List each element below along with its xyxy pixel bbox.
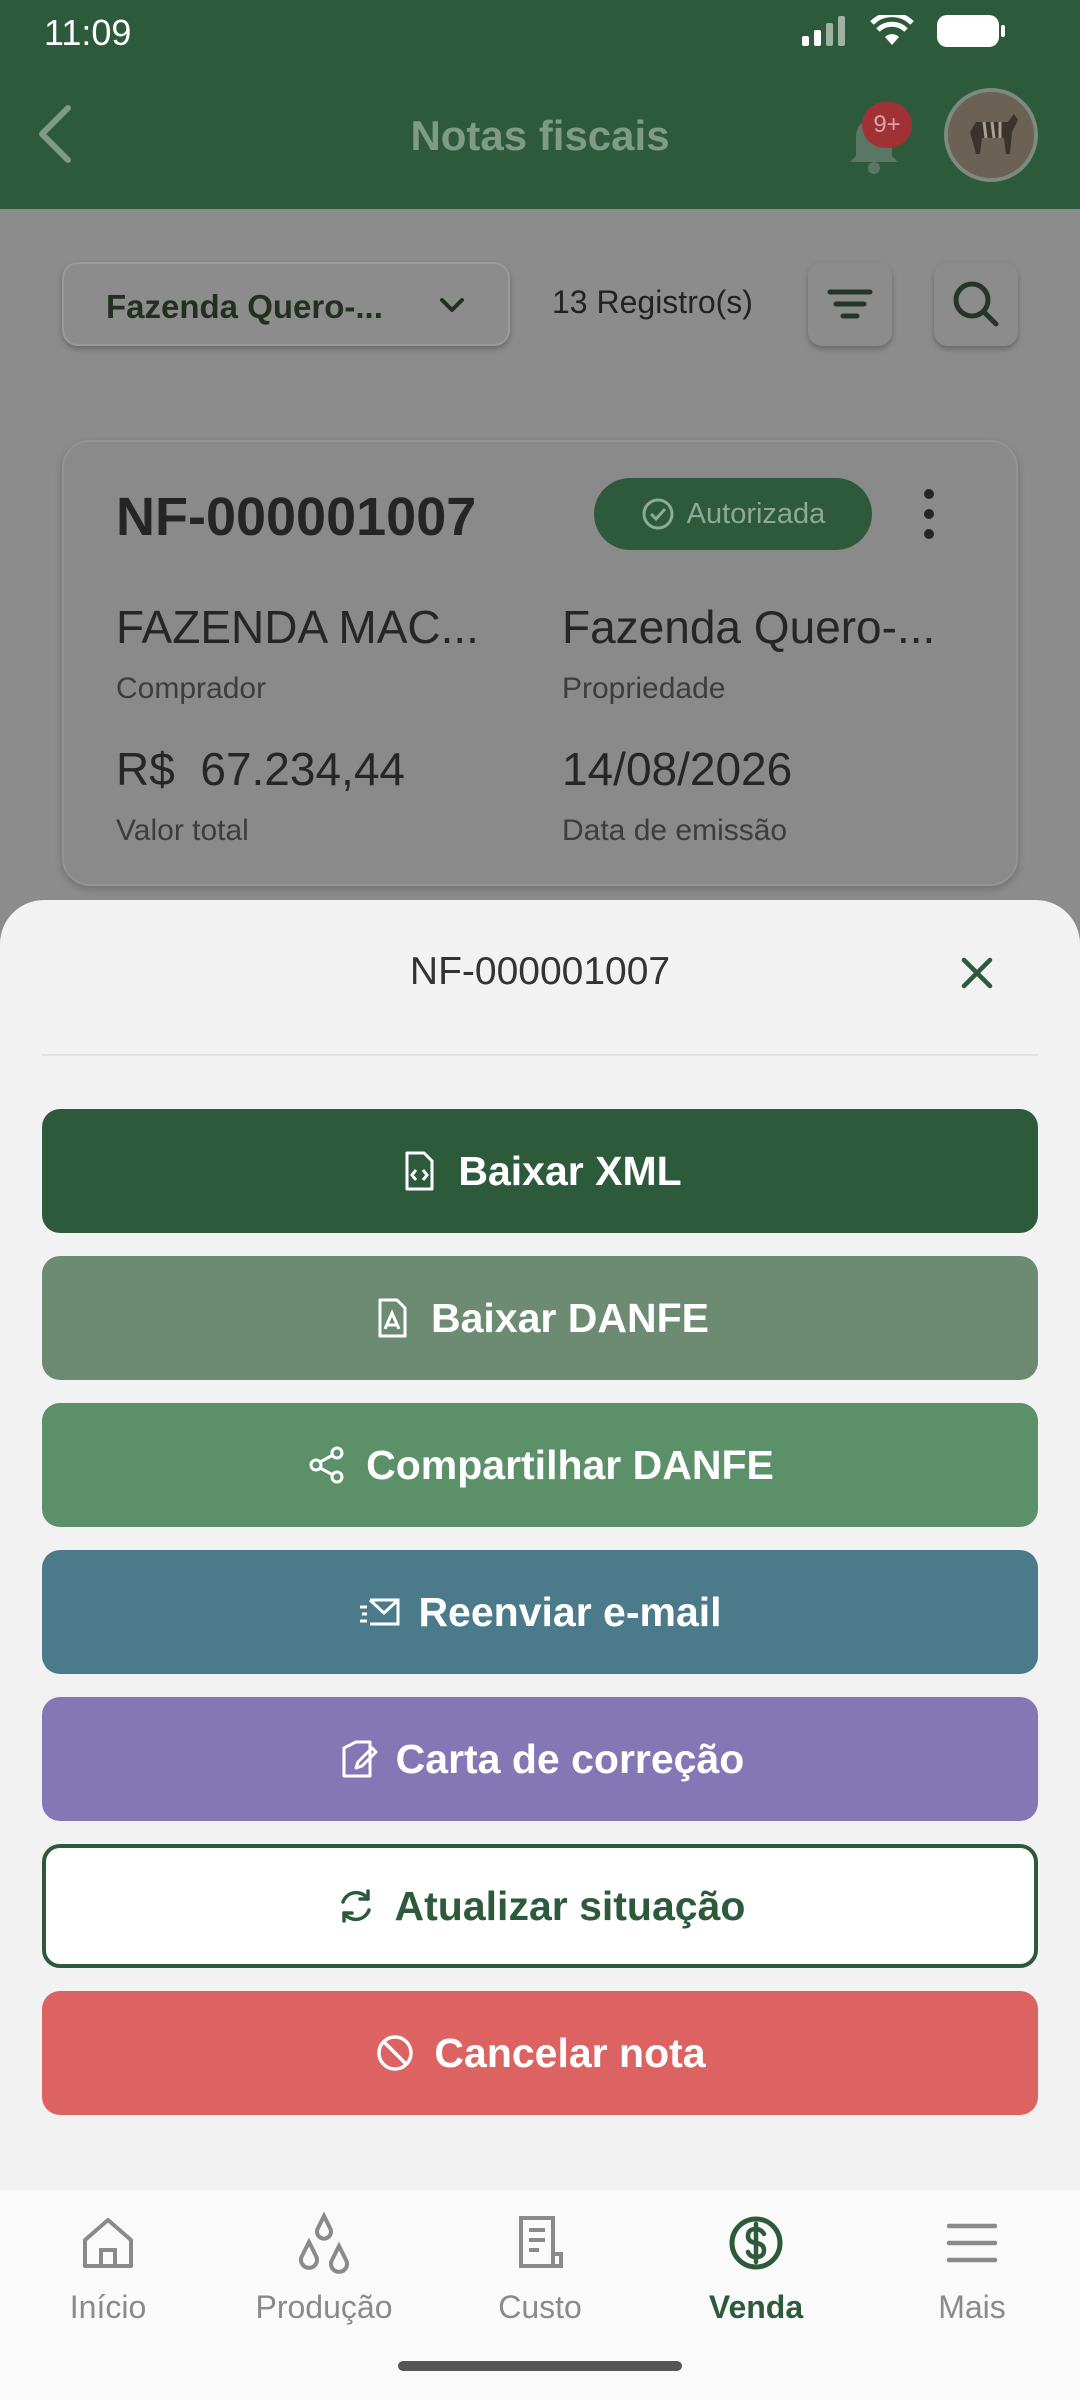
- nav-label-venda: Venda: [708, 2289, 804, 2325]
- nav-label-inicio: Início: [69, 2289, 147, 2325]
- zebra-avatar-icon: [948, 92, 1034, 178]
- more-options-icon[interactable]: [914, 484, 944, 544]
- nav-label-custo: Custo: [498, 2289, 582, 2325]
- nav-label-mais: Mais: [938, 2289, 1006, 2325]
- issue-date-label: Data de emissão: [562, 814, 788, 847]
- correction-letter-label: Carta de correção: [395, 1735, 745, 1782]
- download-danfe-label: Baixar DANFE: [431, 1294, 709, 1341]
- drops-icon: [299, 2211, 349, 2274]
- filter-button[interactable]: [808, 262, 892, 346]
- home-indicator: [398, 2361, 682, 2371]
- wifi-icon: [870, 15, 914, 45]
- refresh-icon: [340, 1889, 371, 1923]
- download-xml-button[interactable]: Baixar XML: [42, 1109, 1038, 1233]
- invoice-card[interactable]: NF-000001007 Autorizada FAZENDA MAC... C…: [62, 440, 1018, 886]
- records-count: 13 Registro(s): [552, 284, 753, 320]
- app-header: 11:09 Notas fiscais 9+: [0, 0, 1080, 209]
- share-icon: [309, 1446, 344, 1484]
- search-icon: [953, 281, 999, 327]
- buyer-label: Comprador: [116, 672, 267, 705]
- status-time: 11:09: [44, 12, 132, 53]
- sheet-divider: [42, 1054, 1038, 1056]
- resend-email-button[interactable]: Reenviar e-mail: [42, 1550, 1038, 1674]
- edit-document-icon: [342, 1740, 378, 1778]
- sheet-title: NF-000001007: [409, 950, 671, 993]
- page-title: Notas fiscais: [410, 112, 670, 159]
- menu-icon: [946, 2223, 998, 2263]
- resend-email-label: Reenviar e-mail: [418, 1588, 722, 1635]
- actions-bottom-sheet: NF-000001007 Baixar XML Baixar DANFE Com…: [0, 900, 1080, 2190]
- cancel-invoice-button[interactable]: Cancelar nota: [42, 1991, 1038, 2115]
- close-icon[interactable]: [952, 948, 1002, 998]
- total-label: Valor total: [116, 814, 249, 847]
- status-badge: Autorizada: [594, 478, 872, 550]
- dollar-circle-icon: [729, 2216, 783, 2270]
- download-xml-label: Baixar XML: [458, 1147, 682, 1194]
- nav-item-producao[interactable]: Produção: [216, 2208, 432, 2326]
- farm-select-label: Fazenda Quero-...: [106, 288, 383, 325]
- nav-label-producao: Produção: [255, 2289, 393, 2325]
- property-label: Propriedade: [562, 672, 726, 705]
- buyer-value: FAZENDA MAC...: [116, 601, 479, 653]
- battery-icon: [937, 15, 1005, 47]
- search-button[interactable]: [934, 262, 1018, 346]
- home-icon: [83, 2218, 133, 2268]
- receipt-icon: [519, 2216, 563, 2268]
- chevron-down-icon: [440, 298, 464, 312]
- status-badge-label: Autorizada: [686, 497, 826, 530]
- mail-send-icon: [360, 1598, 400, 1626]
- property-value: Fazenda Quero-...: [562, 601, 936, 653]
- download-danfe-button[interactable]: Baixar DANFE: [42, 1256, 1038, 1380]
- signal-icon: [802, 16, 845, 46]
- invoice-number: NF-000001007: [116, 487, 477, 547]
- cancel-invoice-label: Cancelar nota: [434, 2029, 706, 2076]
- nav-item-mais[interactable]: Mais: [864, 2208, 1080, 2326]
- cancel-icon: [377, 2035, 414, 2071]
- status-icons: [802, 14, 1006, 48]
- nav-item-inicio[interactable]: Início: [0, 2208, 216, 2326]
- correction-letter-button[interactable]: Carta de correção: [42, 1697, 1038, 1821]
- check-circle-icon: [642, 498, 674, 530]
- update-status-label: Atualizar situação: [394, 1882, 746, 1929]
- filter-icon: [827, 289, 873, 319]
- nav-item-custo[interactable]: Custo: [432, 2208, 648, 2326]
- nav-item-venda[interactable]: Venda: [648, 2208, 864, 2326]
- farm-select[interactable]: Fazenda Quero-...: [62, 262, 510, 346]
- update-status-button[interactable]: Atualizar situação: [42, 1844, 1038, 1968]
- notification-badge: 9+: [862, 102, 912, 148]
- issue-date-value: 14/08/2026: [562, 743, 793, 795]
- user-avatar[interactable]: [944, 88, 1038, 182]
- total-value: R$ 67.234,44: [116, 743, 406, 795]
- share-danfe-label: Compartilhar DANFE: [366, 1441, 774, 1488]
- share-danfe-button[interactable]: Compartilhar DANFE: [42, 1403, 1038, 1527]
- file-code-icon: [405, 1151, 434, 1191]
- file-pdf-icon: [378, 1298, 407, 1338]
